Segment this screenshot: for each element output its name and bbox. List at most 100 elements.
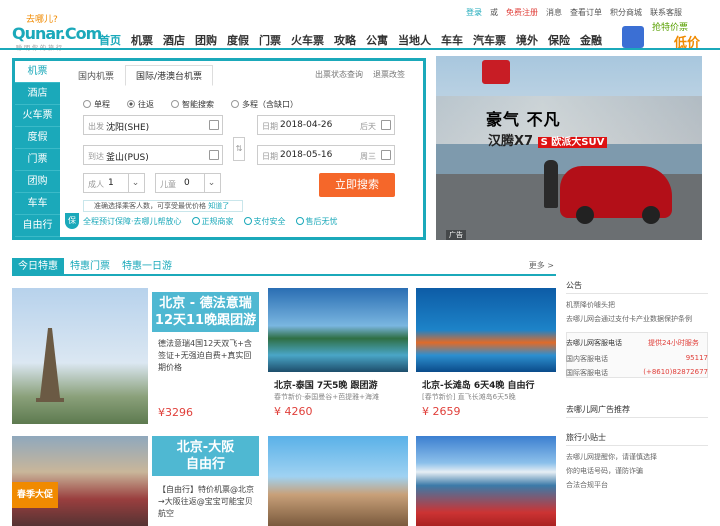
nav-item[interactable]: 团购: [190, 28, 222, 48]
top-bar: 登录 或 免费注册 消息 查看订单 积分商城 联系客服: [0, 0, 720, 17]
radio-oneway[interactable]: 单程: [83, 99, 110, 110]
child-select[interactable]: 儿童 0 ⌄: [155, 173, 221, 193]
side-menu-item[interactable]: 火车票: [15, 105, 60, 127]
nav-item[interactable]: 度假: [222, 28, 254, 48]
return-suffix: 周三: [360, 152, 376, 161]
side-menu-item[interactable]: 度假: [15, 127, 60, 149]
side-menu-item[interactable]: 车车: [15, 193, 60, 215]
hotline-title: 去哪儿网客服电话: [566, 339, 622, 347]
swap-cities-button[interactable]: ⇅: [233, 137, 245, 161]
guarantee-aftersale[interactable]: 售后无忧: [295, 216, 338, 227]
banner-ad[interactable]: 豪气 不凡 汉腾X7 S 欧派大SUV 广告: [436, 56, 702, 240]
nav-item[interactable]: 当地人: [393, 28, 436, 48]
nav-item[interactable]: 境外: [511, 28, 543, 48]
tab-dayTour-deals[interactable]: 特惠一日游: [122, 258, 172, 276]
nav-item[interactable]: 攻略: [329, 28, 361, 48]
deal-card[interactable]: 北京 - 德法意瑞 12天11晚跟团游 德法意瑞4国12天双飞+含签证+无强迫自…: [12, 288, 259, 424]
side-menu-item[interactable]: 门票: [15, 149, 60, 171]
nav-item[interactable]: 车车: [436, 28, 468, 48]
guarantee-label: 支付安全: [253, 217, 286, 226]
register-link[interactable]: 免费注册: [506, 7, 538, 18]
nav-item[interactable]: 机票: [126, 28, 158, 48]
radio-icon: [171, 100, 179, 108]
nav-item[interactable]: 首页: [94, 28, 126, 48]
deal-title-line2: 12天11晚跟团游: [154, 313, 257, 328]
orders-link[interactable]: 查看订单: [570, 7, 602, 18]
more-link[interactable]: 更多 >: [529, 260, 554, 271]
guarantee-full[interactable]: 全程预订保障·去哪儿帮放心: [83, 216, 182, 227]
search-side-menu: 机票 酒店 火车票 度假 门票 团购 车车 自由行: [15, 61, 60, 237]
tab-domestic[interactable]: 国内机票: [67, 65, 126, 86]
deal-card[interactable]: [416, 436, 556, 526]
refund-link[interactable]: 退票改签: [373, 69, 405, 80]
help-link[interactable]: 联系客服: [650, 7, 682, 18]
radio-label: 单程: [94, 100, 110, 109]
side-menu-item[interactable]: 机票: [15, 61, 60, 83]
return-label: 日期: [262, 152, 278, 161]
nav-item[interactable]: 火车票: [286, 28, 329, 48]
app-promo[interactable]: 抢特价票 低价: [620, 18, 716, 51]
tips-line[interactable]: 合法合规平台: [566, 480, 608, 490]
nav-item[interactable]: 门票: [254, 28, 286, 48]
radio-roundtrip[interactable]: 往返: [127, 99, 154, 110]
deal-title-line1: 北京-大阪: [176, 440, 235, 455]
nav-item[interactable]: 金融: [575, 28, 607, 48]
hotline-badge: 提供24小时服务: [648, 339, 699, 347]
tips-title: 旅行小贴士: [566, 432, 708, 446]
nav-item[interactable]: 酒店: [158, 28, 190, 48]
return-date-field[interactable]: 日期 2018-05-16 周三: [257, 145, 395, 165]
side-menu-item[interactable]: 酒店: [15, 83, 60, 105]
guarantee-list: 全程预订保障·去哪儿帮放心 正规商家 支付安全 售后无忧: [83, 216, 338, 227]
from-field[interactable]: 出发 沈阳(SHE): [83, 115, 223, 135]
adult-value: 1: [108, 178, 114, 188]
tips-line[interactable]: 去哪儿网提醒你，请谨慎选择: [566, 452, 657, 462]
tab-today-deals[interactable]: 今日特惠: [12, 258, 64, 276]
deal-desc: 【自由行】特价机票@北京→大阪往返@宝宝可能宝贝航空: [158, 485, 254, 518]
qunar-logo[interactable]: 去哪儿? Qunar.Com 聪明你的旅行: [8, 10, 102, 52]
notice-line[interactable]: 机票降价噱头把: [566, 300, 615, 310]
tab-international[interactable]: 国际/港澳台机票: [125, 65, 214, 86]
tip-text: 准确选择乘客人数，可享受最优价格: [94, 202, 206, 210]
points-link[interactable]: 积分商城: [610, 7, 642, 18]
deal-title-line1: 北京 - 德法意瑞: [159, 296, 252, 311]
side-menu-item[interactable]: 自由行: [15, 215, 60, 237]
ticket-status-link[interactable]: 出票状态查询: [315, 69, 363, 80]
thailand-resort-image: [268, 288, 408, 372]
deal-caption: 北京-泰国 7天5晚 跟团游: [274, 381, 378, 391]
deal-card[interactable]: 春季大促 北京-大阪 自由行 【自由行】特价机票@北京→大阪往返@宝宝可能宝贝航…: [12, 436, 259, 526]
top-links: 登录 或 免费注册 消息 查看订单 积分商城 联系客服: [466, 7, 682, 18]
tips-line[interactable]: 你的电话号码，谨防诈骗: [566, 466, 643, 476]
nav-item[interactable]: 公寓: [361, 28, 393, 48]
deal-card[interactable]: 北京-泰国 7天5晚 跟团游 春节新价·泰国曼谷+芭提雅+海滩 ¥ 4260: [268, 288, 408, 424]
login-link[interactable]: 登录: [466, 7, 482, 18]
depart-value: 2018-04-26: [280, 120, 333, 130]
tip-dismiss-link[interactable]: 知道了: [208, 202, 229, 210]
notice-line[interactable]: 去哪儿网会通过支付卡产业数据保护条例: [566, 314, 692, 324]
lock-icon: [243, 217, 252, 225]
guarantee-payment[interactable]: 支付安全: [243, 216, 286, 227]
tab-ticket-deals[interactable]: 特惠门票: [70, 258, 110, 276]
nav-item[interactable]: 汽车票: [468, 28, 511, 48]
messages-link[interactable]: 消息: [546, 7, 562, 18]
deal-card[interactable]: 北京-长滩岛 6天4晚 自由行 [春节新价] 直飞长滩岛6天5晚 ¥ 2659: [416, 288, 556, 424]
deal-price: ¥ 2659: [422, 405, 461, 418]
banner-wheel: [576, 206, 594, 224]
radio-label: 往返: [138, 100, 154, 109]
guarantee-merchant[interactable]: 正规商家: [191, 216, 234, 227]
adult-label: 成人: [88, 180, 104, 189]
radio-icon: [231, 100, 239, 108]
city-picker-icon: [209, 120, 219, 130]
banner-wheel: [642, 206, 660, 224]
deal-card[interactable]: [268, 436, 408, 526]
to-field[interactable]: 到达 釜山(PUS): [83, 145, 223, 165]
search-button[interactable]: 立即搜索: [319, 173, 395, 197]
side-menu-item[interactable]: 团购: [15, 171, 60, 193]
radio-multi[interactable]: 多程（含缺口）: [231, 99, 298, 110]
adult-select[interactable]: 成人 1 ⌄: [83, 173, 145, 193]
ad-recommend-title: 去哪儿网广告推荐: [566, 404, 708, 418]
radio-smart[interactable]: 智能搜索: [171, 99, 214, 110]
deal-title: 北京-大阪 自由行: [152, 436, 259, 476]
child-label: 儿童: [160, 180, 176, 189]
nav-item[interactable]: 保险: [543, 28, 575, 48]
depart-date-field[interactable]: 日期 2018-04-26 后天: [257, 115, 395, 135]
